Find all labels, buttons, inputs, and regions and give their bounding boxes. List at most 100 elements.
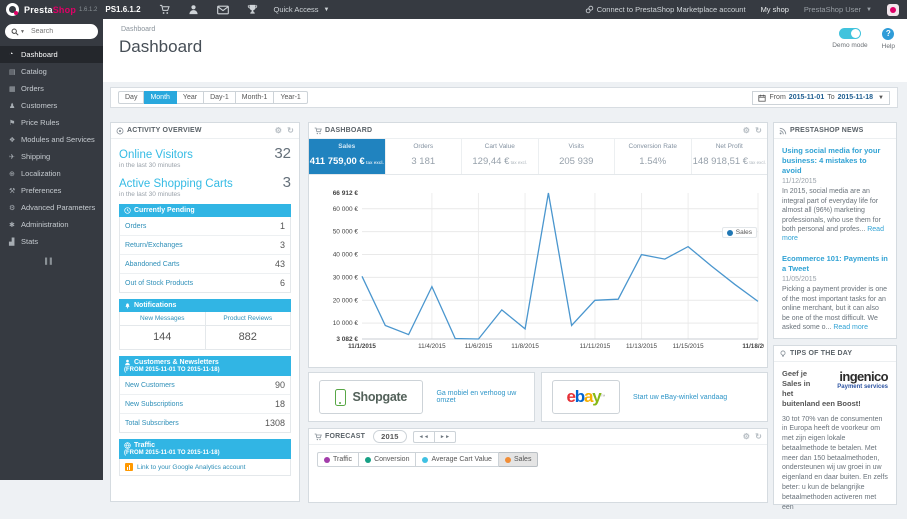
sidebar-item-stats[interactable]: ▟ Stats [0,233,103,250]
breadcrumb[interactable]: Dashboard [121,26,155,33]
next-year-button[interactable]: ►► [433,430,457,443]
row-label: Return/Exchanges [125,241,183,249]
forecast-toggle-conversion[interactable]: Conversion [359,452,417,467]
forecast-year[interactable]: 2015 [373,430,407,443]
kpi-tab-cart-value[interactable]: Cart Value 129,44 € tax excl. [461,139,538,174]
sidebar: ▼ ◔ Dashboard ▤ Catalog ▦ Orders ♟ Customers ⚑ Pr… [0,19,103,480]
sidebar-item-orders[interactable]: ▦ Orders [0,80,103,97]
range-button-year-1[interactable]: Year-1 [274,91,308,104]
search-input[interactable] [28,27,85,36]
search-box[interactable]: ▼ [5,24,98,39]
pending-row-return-exchanges[interactable]: Return/Exchanges 3 [120,236,290,255]
row-label: New Customers [125,381,175,389]
sidebar-item-preferences[interactable]: ⚒ Preferences [0,182,103,199]
range-button-day-1[interactable]: Day-1 [204,91,236,104]
avatar[interactable] [887,3,899,16]
refresh-icon[interactable]: ↻ [755,126,762,135]
sidebar-item-shipping[interactable]: ✈ Shipping [0,148,103,165]
customers-row-new-customers[interactable]: New Customers 90 [120,376,290,395]
customers-list: New Customers 90 New Subscriptions 18 Total … [119,376,291,433]
sidebar-item-price-rules[interactable]: ⚑ Price Rules [0,114,103,131]
chart-legend[interactable]: Sales [721,227,757,238]
help-icon[interactable]: ? [882,28,895,40]
sidebar-item-catalog[interactable]: ▤ Catalog [0,63,103,80]
kpi-tab-orders[interactable]: Orders 3 181 [384,139,462,174]
ebay-logo[interactable]: ebay ™ [552,380,620,414]
stats-icon: ▟ [9,238,15,246]
kpi-tab-net-profit[interactable]: Net Profit 148 918,51 € tax excl. [690,139,768,174]
forecast-toggle-traffic[interactable]: Traffic [317,452,360,467]
kpi-value: 205 939 [559,156,594,167]
sidebar-item-label: Advanced Parameters [21,203,96,212]
chevron-down-icon: ▼ [866,6,872,13]
svg-text:11/11/2015: 11/11/2015 [580,343,611,350]
user-menu[interactable]: PrestaShop User ▼ [804,5,872,14]
collapse-sidebar-icon[interactable]: ▌▌ [45,259,103,265]
sidebar-item-advanced-parameters[interactable]: ⚙ Advanced Parameters [0,199,103,216]
forecast-toggle-average-cart-value[interactable]: Average Cart Value [416,452,499,467]
refresh-icon[interactable]: ↻ [287,126,294,135]
news-article-title[interactable]: Using social media for your business: 4 … [782,146,888,175]
toggle-label: Average Cart Value [431,456,492,463]
read-more-link[interactable]: Read more [833,324,868,331]
gear-icon[interactable]: ⚙ [275,126,282,135]
notification-product-reviews: Product Reviews 882 [204,312,290,349]
sidebar-item-dashboard[interactable]: ◔ Dashboard [0,46,103,63]
kpi-tab-conversion-rate[interactable]: Conversion Rate 1.54% [614,139,691,174]
google-analytics-link[interactable]: Link to your Google Analytics account [119,459,291,476]
sidebar-item-modules-and-services[interactable]: ❖ Modules and Services [0,131,103,148]
connect-marketplace-link[interactable]: Connect to PrestaShop Marketplace accoun… [585,5,746,14]
ebay-link[interactable]: Start uw eBay-winkel vandaag [633,394,727,401]
customers-row-new-subscriptions[interactable]: New Subscriptions 18 [120,395,290,414]
cart-icon[interactable] [159,4,170,15]
range-button-day[interactable]: Day [118,91,145,104]
range-button-month-1[interactable]: Month-1 [235,91,275,104]
forecast-icon [314,433,322,441]
quick-access-menu[interactable]: Quick Access ▼ [274,5,330,14]
prestashop-logo[interactable] [6,3,19,16]
active-carts-link[interactable]: Active Shopping Carts [119,178,233,190]
news-article: Ecommerce 101: Payments in a Tweet 11/05/… [782,254,888,333]
kpi-label: Net Profit [715,143,743,150]
user-icon[interactable] [188,4,199,15]
my-shop-link[interactable]: My shop [761,5,789,14]
forecast-toggle-sales[interactable]: Sales [498,452,539,467]
kpi-value: 3 181 [411,156,436,167]
svg-text:11/8/2015: 11/8/2015 [511,343,539,350]
previous-year-button[interactable]: ◄◄ [412,430,434,443]
svg-text:11/15/2015: 11/15/2015 [673,343,705,350]
average-cart-value-dot-icon [422,456,429,463]
localization-icon: ⊕ [9,170,15,178]
shopgate-logo[interactable]: Shopgate [319,380,424,414]
sidebar-item-administration[interactable]: ✱ Administration [0,216,103,233]
shopgate-link[interactable]: Ga mobiel en verhoog uw omzet [436,390,524,404]
main-area: Dashboard Dashboard Demo mode ? Help Day… [103,19,907,511]
kpi-tab-visits[interactable]: Visits 205 939 [537,139,615,174]
pending-row-out-of-stock-products[interactable]: Out of Stock Products 6 [120,274,290,292]
range-button-year[interactable]: Year [176,91,205,104]
pending-row-orders[interactable]: Orders 1 [120,217,290,236]
chevron-down-icon[interactable]: ▼ [20,29,25,35]
topbar: PrestaShop 1.6.1.2 PS1.6.1.2 Quick Acces… [0,0,907,19]
kpi-tab-sales[interactable]: Sales 411 759,00 € tax excl. [309,139,385,174]
trophy-icon[interactable] [247,4,258,15]
sidebar-item-localization[interactable]: ⊕ Localization [0,165,103,182]
customers-row-total-subscribers[interactable]: Total Subscribers 1308 [120,414,290,432]
sidebar-item-customers[interactable]: ♟ Customers [0,97,103,114]
range-button-month[interactable]: Month [144,91,177,104]
gear-icon[interactable]: ⚙ [743,432,750,441]
advanced-parameters-icon: ⚙ [9,204,16,212]
online-visitors-link[interactable]: Online Visitors [119,149,193,161]
news-article-title[interactable]: Ecommerce 101: Payments in a Tweet [782,254,888,274]
read-more-link[interactable]: Read more [782,226,884,242]
pending-row-abandoned-carts[interactable]: Abandoned Carts 43 [120,255,290,274]
gear-icon[interactable]: ⚙ [743,126,750,135]
mail-icon[interactable] [216,5,229,15]
date-range-picker[interactable]: From 2015-11-01 To 2015-11-18 ▼ [752,90,890,105]
notification-label[interactable]: New Messages [120,312,205,326]
demo-mode-toggle[interactable] [838,28,861,39]
notification-label[interactable]: Product Reviews [205,312,290,326]
svg-text:11/13/2015: 11/13/2015 [626,343,658,350]
svg-text:40 000 €: 40 000 € [333,252,359,259]
refresh-icon[interactable]: ↻ [755,432,762,441]
